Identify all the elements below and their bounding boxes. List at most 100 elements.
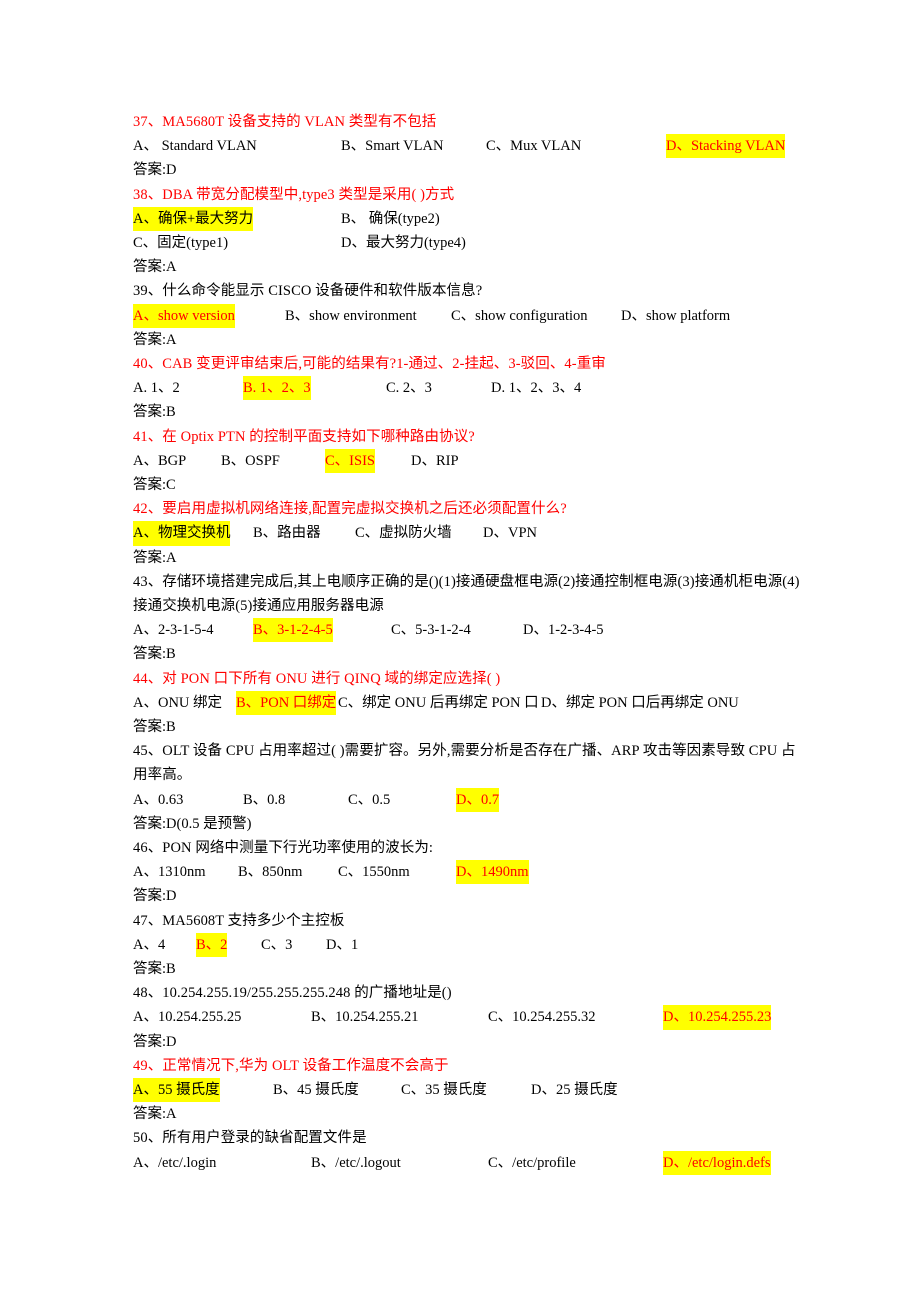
question-list: 37、MA5680T 设备支持的 VLAN 类型有不包括 A、 Standard … [133,110,800,1175]
option-item[interactable]: C、Mux VLAN [486,134,581,158]
option-item[interactable]: C、/etc/profile [488,1151,576,1175]
option-row: A、BGP B、OSPF C、ISIS D、RIP [133,448,800,473]
option-item[interactable]: B、PON 口绑定 [236,690,337,715]
option-item[interactable]: A、55 摄氏度 [133,1077,220,1103]
option-item[interactable]: C、ISIS [325,448,375,473]
question-block: 47、MA5608T 支持多少个主控板 A、4 B、2 C、3 D、1 答案:B [133,909,800,982]
option-row-second: C、固定(type1) D、最大努力(type4) [133,231,800,255]
option-item[interactable]: B、Smart VLAN [341,134,443,158]
question-block: 48、10.254.255.19/255.255.255.248 的广播地址是(… [133,981,800,1054]
question-stem: 42、要启用虚拟机网络连接,配置完虚拟交换机之后还必须配置什么? [133,501,567,518]
option-item[interactable]: D、1490nm [456,860,529,885]
question-stem: 40、CAB 变更评审结束后,可能的结果有?1-通过、2-挂起、3-驳回、4-重… [133,355,606,372]
option-item[interactable]: B. 1、2、3 [243,376,311,401]
option-item[interactable]: C、固定(type1) [133,231,228,255]
option-item[interactable]: C、5-3-1-2-4 [391,618,471,642]
option-item[interactable]: A、4 [133,933,165,957]
option-item[interactable]: B、OSPF [221,449,280,473]
option-item[interactable]: C、1550nm [338,860,410,884]
option-item[interactable]: D、RIP [411,449,459,473]
option-item[interactable]: B、850nm [238,860,302,884]
option-item[interactable]: A、/etc/.login [133,1151,216,1175]
option-item[interactable]: D. 1、2、3、4 [491,376,581,400]
answer-line: 答案:B [133,646,176,663]
answer-line: 答案:D [133,1033,177,1050]
option-item[interactable]: A、0.63 [133,788,183,812]
question-stem: 50、所有用户登录的缺省配置文件是 [133,1130,367,1147]
question-block: 41、在 Optix PTN 的控制平面支持如下哪种路由协议? A、BGP B、OS… [133,425,800,498]
option-item[interactable]: C. 2、3 [386,376,432,400]
answer-line: 答案:D(0.5 是预警) [133,815,252,832]
option-item[interactable]: D、0.7 [456,787,500,812]
option-item[interactable]: D、10.254.255.23 [663,1005,772,1030]
answer-line: 答案:D [133,888,177,905]
option-item[interactable]: C、35 摄氏度 [401,1078,487,1102]
option-row: A、55 摄氏度 B、45 摄氏度 C、35 摄氏度 D、25 摄氏度 [133,1077,800,1103]
option-item[interactable]: D、1-2-3-4-5 [523,618,604,642]
question-stem: 38、DBA 带宽分配模型中,type3 类型是采用( )方式 [133,186,455,203]
option-item[interactable]: B、0.8 [243,788,285,812]
option-item[interactable]: B、45 摄氏度 [273,1078,359,1102]
question-block: 38、DBA 带宽分配模型中,type3 类型是采用( )方式 A、确保+最大努力… [133,183,800,280]
option-item[interactable]: C、show configuration [451,304,588,328]
option-row: A、物理交换机 B、路由器 C、虚拟防火墙 D、VPN [133,521,800,546]
option-item[interactable]: C、虚拟防火墙 [355,521,452,545]
option-item[interactable]: D、show platform [621,304,730,328]
option-item[interactable]: A、ONU 绑定 [133,691,222,715]
question-stem: 47、MA5608T 支持多少个主控板 [133,912,345,929]
question-block: 43、存储环境搭建完成后,其上电顺序正确的是()(1)接通硬盘框电源(2)接通控… [133,570,800,667]
option-item[interactable]: D、绑定 PON 口后再绑定 ONU [541,691,739,715]
answer-line: 答案:B [133,404,176,421]
answer-line: 答案:D [133,162,177,179]
option-item[interactable]: B、路由器 [253,521,321,545]
option-item[interactable]: A、2-3-1-5-4 [133,618,214,642]
option-item[interactable]: C、3 [261,933,292,957]
option-item[interactable]: B、show environment [285,304,417,328]
question-block: 44、对 PON 口下所有 ONU 进行 QINQ 域的绑定应选择( ) A、ON… [133,667,800,740]
option-item[interactable]: C、0.5 [348,788,390,812]
option-row: A、 Standard VLAN B、Smart VLAN C、Mux VLAN D、… [133,134,800,159]
option-row: A、确保+最大努力 B、 确保(type2) [133,206,800,231]
option-row: A、ONU 绑定 B、PON 口绑定 C、绑定 ONU 后再绑定 PON 口 D、绑定… [133,690,800,715]
option-item[interactable]: B、 确保(type2) [341,207,440,231]
question-stem: 39、什么命令能显示 CISCO 设备硬件和软件版本信息? [133,283,483,300]
document-page: 37、MA5680T 设备支持的 VLAN 类型有不包括 A、 Standard … [0,0,920,1302]
answer-line: 答案:A [133,259,177,276]
option-item[interactable]: A、show version [133,303,235,328]
option-item[interactable]: D、1 [326,933,358,957]
option-item[interactable]: A、10.254.255.25 [133,1005,241,1029]
option-item[interactable]: D、25 摄氏度 [531,1078,618,1102]
option-item[interactable]: B、/etc/.logout [311,1151,401,1175]
option-item[interactable]: A、确保+最大努力 [133,206,254,231]
answer-line: 答案:A [133,1106,177,1123]
option-item[interactable]: D、最大努力(type4) [341,231,466,255]
option-item[interactable]: B、10.254.255.21 [311,1005,419,1029]
option-row: A、4 B、2 C、3 D、1 [133,932,800,957]
answer-line: 答案:B [133,718,176,735]
option-item[interactable]: A. 1、2 [133,376,180,400]
option-item[interactable]: D、Stacking VLAN [666,134,786,159]
question-stem: 48、10.254.255.19/255.255.255.248 的广播地址是(… [133,985,452,1002]
question-stem: 41、在 Optix PTN 的控制平面支持如下哪种路由协议? [133,428,475,445]
option-row: A、show version B、show environment C、show c… [133,303,800,328]
answer-line: 答案:C [133,476,176,493]
option-item[interactable]: C、10.254.255.32 [488,1005,596,1029]
question-stem: 44、对 PON 口下所有 ONU 进行 QINQ 域的绑定应选择( ) [133,670,501,687]
option-item[interactable]: A、BGP [133,449,186,473]
question-block: 40、CAB 变更评审结束后,可能的结果有?1-通过、2-挂起、3-驳回、4-重… [133,352,800,425]
answer-line: 答案:A [133,549,177,566]
question-stem: 37、MA5680T 设备支持的 VLAN 类型有不包括 [133,114,437,130]
question-stem: 46、PON 网络中测量下行光功率使用的波长为: [133,839,434,856]
option-row: A、/etc/.login B、/etc/.logout C、/etc/profil… [133,1150,800,1175]
option-item[interactable]: D、VPN [483,521,537,545]
question-block: 45、OLT 设备 CPU 占用率超过( )需要扩容。另外,需要分析是否存在广播… [133,739,800,836]
option-item[interactable]: B、2 [196,932,228,957]
option-item[interactable]: A、物理交换机 [133,521,231,546]
option-item[interactable]: C、绑定 ONU 后再绑定 PON 口 [338,691,539,715]
option-item[interactable]: A、 Standard VLAN [133,134,257,158]
option-item[interactable]: B、3-1-2-4-5 [253,618,333,643]
option-item[interactable]: D、/etc/login.defs [663,1150,771,1175]
answer-line: 答案:B [133,960,176,977]
option-item[interactable]: A、1310nm [133,860,206,884]
question-block: 42、要启用虚拟机网络连接,配置完虚拟交换机之后还必须配置什么? A、物理交换机 B… [133,497,800,570]
